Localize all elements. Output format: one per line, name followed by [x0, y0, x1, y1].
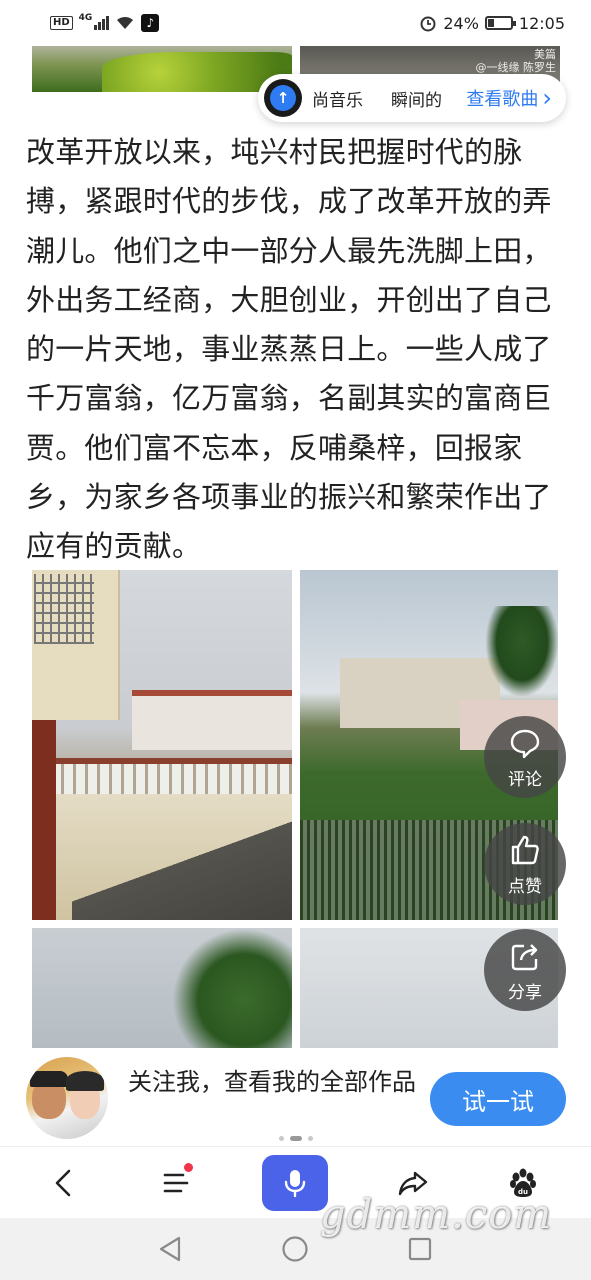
tiktok-icon: ♪ [141, 14, 160, 32]
site-watermark: gdmm.com [320, 1192, 553, 1238]
triangle-back-icon [159, 1236, 181, 1262]
follow-prompt: 关注我，查看我的全部作品 [128, 1068, 416, 1096]
status-bar: HD 4G ♪ 24% 12:05 [0, 0, 591, 46]
photo-hedge[interactable] [32, 46, 292, 92]
share-icon [511, 943, 538, 970]
square-recents-icon [408, 1237, 432, 1261]
music-title: 尚音乐 [312, 90, 363, 111]
comment-label: 评论 [508, 769, 542, 790]
voice-search-button[interactable] [262, 1155, 328, 1211]
music-disc-icon: ↑ [264, 79, 302, 117]
like-button[interactable]: 点赞 [484, 823, 566, 905]
author-avatar[interactable] [26, 1057, 108, 1139]
network-type: 4G [78, 13, 93, 23]
article-page: HD 4G ♪ 24% 12:05 美篇 @一线缘 陈罗生 ↑ 尚音乐 瞬间的 … [0, 0, 591, 1280]
try-button[interactable]: 试一试 [430, 1072, 566, 1126]
thumbs-up-icon [511, 835, 539, 864]
battery-icon [484, 16, 516, 30]
clock: 12:05 [518, 13, 565, 33]
view-song-link[interactable]: 查看歌曲 › [466, 85, 552, 111]
system-home-button[interactable] [278, 1232, 312, 1266]
chevron-right-icon: › [542, 84, 552, 112]
photo-watermark: 美篇 @一线缘 陈罗生 [475, 48, 557, 74]
like-label: 点赞 [508, 876, 542, 897]
page-indicator [0, 1136, 591, 1141]
chevron-left-icon [55, 1169, 71, 1197]
article-text: 改革开放以来，坉兴村民把握时代的脉搏，紧跟时代的步伐，成了改革开放的弄潮儿。他们… [26, 135, 552, 564]
music-pill[interactable]: ↑ 尚音乐 瞬间的 查看歌曲 › [258, 74, 566, 122]
notification-dot [184, 1163, 193, 1172]
menu-button[interactable] [143, 1155, 209, 1211]
microphone-icon [284, 1170, 306, 1198]
music-subtitle: 瞬间的 [391, 90, 442, 111]
share-button[interactable]: 分享 [484, 929, 566, 1011]
alarm-icon [420, 16, 436, 32]
comment-icon [510, 729, 540, 758]
wifi-icon [117, 16, 134, 29]
battery-percent: 24% [443, 13, 479, 33]
signal-icon [94, 16, 110, 30]
hd-icon: HD [50, 16, 73, 30]
share-label: 分享 [508, 982, 542, 1003]
follow-banner: 关注我，查看我的全部作品 试一试 [0, 1048, 591, 1146]
comment-button[interactable]: 评论 [484, 716, 566, 798]
system-back-button[interactable] [153, 1232, 187, 1266]
photo-village-street[interactable] [32, 570, 292, 920]
back-button[interactable] [32, 1155, 98, 1211]
photo-trees[interactable] [32, 928, 292, 1048]
circle-home-icon [282, 1236, 308, 1262]
